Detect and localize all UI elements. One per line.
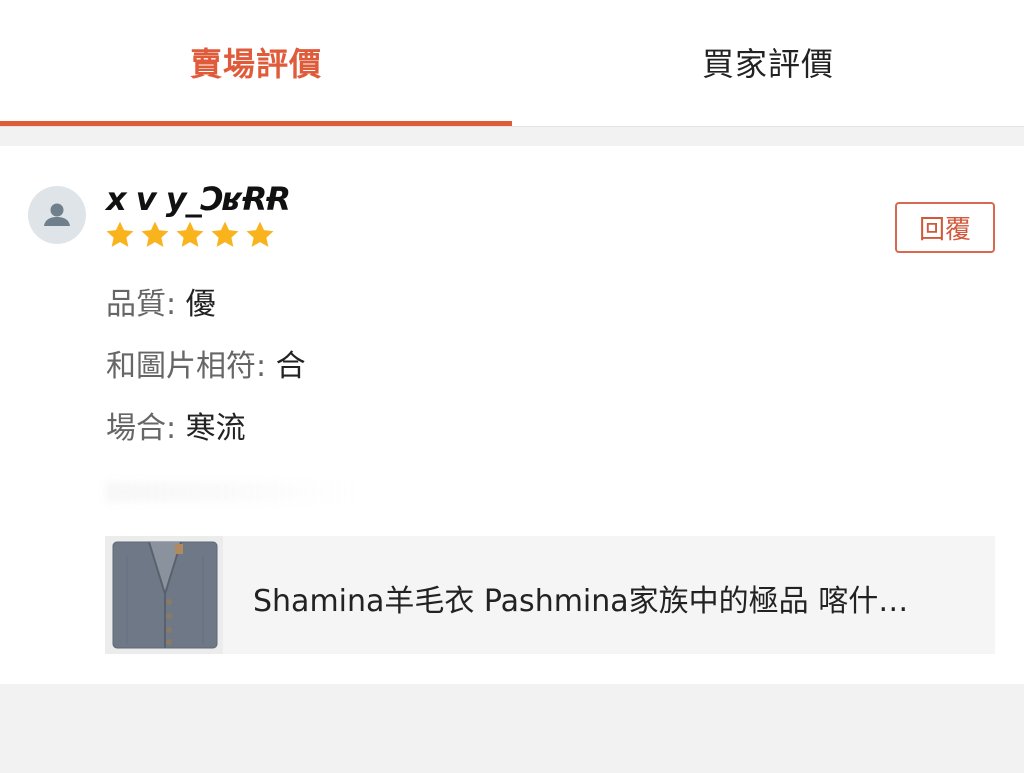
redacted-text (106, 482, 356, 502)
attribute-key: 品質: (106, 287, 186, 322)
product-title: Shamina羊毛衣 Pashmina家族中的極品 喀什… (253, 584, 909, 619)
attribute-occasion: 場合: 寒流 (106, 403, 246, 447)
star-icon (104, 220, 136, 250)
star-icon (174, 220, 206, 250)
tab-shop-reviews[interactable]: 賣場評價 (0, 0, 512, 126)
reviewer-username: x v y_ƆʁɌɌ (106, 180, 291, 218)
star-icon (244, 220, 276, 250)
attribute-value: 優 (185, 287, 216, 322)
tab-label: 賣場評價 (189, 45, 322, 83)
star-icon (209, 220, 241, 250)
user-silhouette-icon (44, 203, 70, 226)
tab-bar: 賣場評價 買家評價 (0, 0, 1024, 126)
star-rating (104, 220, 276, 250)
attribute-value: 寒流 (185, 411, 246, 446)
tab-label: 買家評價 (701, 45, 834, 83)
tab-buyer-reviews[interactable]: 買家評價 (512, 0, 1024, 126)
attribute-value: 合 (275, 349, 306, 384)
cardigan-image-icon (105, 536, 223, 654)
product-thumbnail (105, 536, 223, 654)
reply-button[interactable]: 回覆 (895, 202, 995, 253)
star-icon (139, 220, 171, 250)
tab-divider (0, 126, 1024, 127)
attribute-key: 場合: (106, 411, 186, 446)
attribute-key: 和圖片相符: (106, 349, 276, 384)
product-link[interactable]: Shamina羊毛衣 Pashmina家族中的極品 喀什… (105, 536, 995, 654)
review-card: x v y_ƆʁɌɌ 回覆 品質: 優 和圖片相符: 合 場合: 寒流 Sham… (0, 146, 1024, 684)
attribute-quality: 品質: 優 (106, 279, 216, 323)
attribute-matches-picture: 和圖片相符: 合 (106, 341, 306, 385)
avatar[interactable] (28, 186, 86, 244)
